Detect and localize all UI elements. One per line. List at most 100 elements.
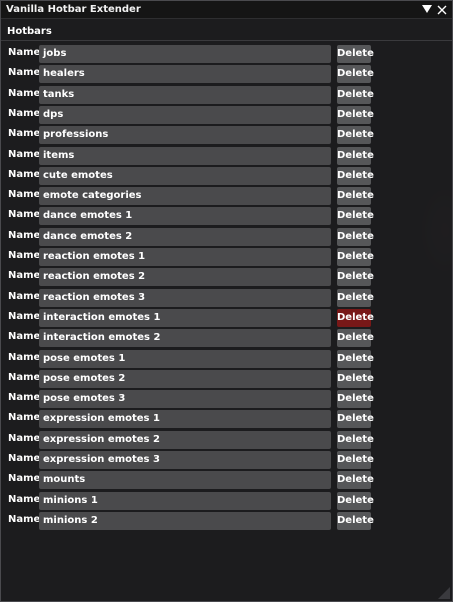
hotbar-extender-window: Vanilla Hotbar Extender Hotbars Name jobs…: [0, 0, 453, 602]
hotbar-name-field[interactable]: dance emotes 1: [39, 207, 331, 225]
hotbar-row: Name dance emotes 2 Delete: [1, 228, 452, 246]
hotbar-name-field[interactable]: emote categories: [39, 187, 331, 205]
name-label: Name: [8, 473, 41, 484]
name-label: Name: [8, 88, 41, 99]
name-label: Name: [8, 230, 41, 241]
delete-button[interactable]: Delete: [337, 410, 374, 428]
hotbar-name-field[interactable]: reaction emotes 3: [39, 289, 331, 307]
name-label: Name: [8, 433, 41, 444]
hotbar-row: Name reaction emotes 1 Delete: [1, 248, 452, 266]
name-label: Name: [8, 128, 41, 139]
triangle-down-icon[interactable]: [422, 5, 432, 15]
name-label: Name: [8, 108, 41, 119]
name-label: Name: [8, 453, 41, 464]
name-label: Name: [8, 372, 41, 383]
hotbar-name-field[interactable]: cute emotes: [39, 167, 331, 185]
hotbar-row: Name pose emotes 2 Delete: [1, 370, 452, 388]
hotbar-name-field[interactable]: pose emotes 3: [39, 390, 331, 408]
hotbar-name-field[interactable]: expression emotes 3: [39, 451, 331, 469]
delete-button[interactable]: Delete: [337, 289, 374, 307]
name-label: Name: [8, 47, 41, 58]
hotbar-name-field[interactable]: pose emotes 2: [39, 370, 331, 388]
delete-button[interactable]: Delete: [337, 167, 374, 185]
delete-button[interactable]: Delete: [337, 106, 374, 124]
hotbar-row: Name emote categories Delete: [1, 187, 452, 205]
hotbar-row: Name cute emotes Delete: [1, 167, 452, 185]
hotbar-row: Name pose emotes 1 Delete: [1, 350, 452, 368]
name-label: Name: [8, 291, 41, 302]
hotbar-row: Name interaction emotes 2 Delete: [1, 329, 452, 347]
delete-button[interactable]: Delete: [337, 390, 374, 408]
delete-button[interactable]: Delete: [337, 45, 374, 63]
title-buttons: [422, 5, 447, 15]
hotbar-name-field[interactable]: jobs: [39, 45, 331, 63]
name-label: Name: [8, 514, 41, 525]
close-icon[interactable]: [437, 5, 447, 15]
hotbar-name-field[interactable]: dps: [39, 106, 331, 124]
hotbar-row: Name expression emotes 2 Delete: [1, 431, 452, 449]
delete-button[interactable]: Delete: [337, 350, 374, 368]
hotbar-row: Name reaction emotes 2 Delete: [1, 268, 452, 286]
delete-button[interactable]: Delete: [337, 492, 374, 510]
hotbar-name-field[interactable]: pose emotes 1: [39, 350, 331, 368]
hotbar-row: Name expression emotes 1 Delete: [1, 410, 452, 428]
hotbar-name-field[interactable]: mounts: [39, 471, 331, 489]
hotbar-row: Name dps Delete: [1, 106, 452, 124]
hotbar-row: Name tanks Delete: [1, 86, 452, 104]
delete-button[interactable]: Delete: [337, 268, 374, 286]
hotbar-name-field[interactable]: expression emotes 2: [39, 431, 331, 449]
hotbar-name-field[interactable]: interaction emotes 2: [39, 329, 331, 347]
delete-button[interactable]: Delete: [337, 147, 374, 165]
delete-button[interactable]: Delete: [337, 207, 374, 225]
hotbar-row: Name reaction emotes 3 Delete: [1, 289, 452, 307]
name-label: Name: [8, 189, 41, 200]
delete-button[interactable]: Delete: [337, 86, 374, 104]
section-title: Hotbars: [7, 25, 52, 37]
delete-button[interactable]: Delete: [337, 309, 374, 327]
section-header-hotbars: Hotbars: [1, 22, 452, 41]
delete-button[interactable]: Delete: [337, 248, 374, 266]
name-label: Name: [8, 494, 41, 505]
hotbar-row: Name professions Delete: [1, 126, 452, 144]
name-label: Name: [8, 412, 41, 423]
title-bar[interactable]: Vanilla Hotbar Extender: [1, 1, 452, 19]
hotbar-name-field[interactable]: items: [39, 147, 331, 165]
name-label: Name: [8, 331, 41, 342]
delete-button[interactable]: Delete: [337, 187, 374, 205]
hotbar-row: Name mounts Delete: [1, 471, 452, 489]
delete-button[interactable]: Delete: [337, 431, 374, 449]
hotbar-name-field[interactable]: minions 2: [39, 512, 331, 530]
hotbar-row: Name pose emotes 3 Delete: [1, 390, 452, 408]
hotbar-row: Name interaction emotes 1 Delete: [1, 309, 452, 327]
name-label: Name: [8, 270, 41, 281]
hotbar-name-field[interactable]: reaction emotes 1: [39, 248, 331, 266]
hotbar-name-field[interactable]: professions: [39, 126, 331, 144]
delete-button[interactable]: Delete: [337, 329, 374, 347]
name-label: Name: [8, 209, 41, 220]
name-label: Name: [8, 67, 41, 78]
hotbar-name-field[interactable]: dance emotes 2: [39, 228, 331, 246]
delete-button[interactable]: Delete: [337, 126, 374, 144]
hotbar-name-field[interactable]: interaction emotes 1: [39, 309, 331, 327]
name-label: Name: [8, 149, 41, 160]
hotbar-row: Name minions 1 Delete: [1, 492, 452, 510]
delete-button[interactable]: Delete: [337, 451, 374, 469]
name-label: Name: [8, 311, 41, 322]
delete-button[interactable]: Delete: [337, 370, 374, 388]
delete-button[interactable]: Delete: [337, 228, 374, 246]
hotbar-name-field[interactable]: tanks: [39, 86, 331, 104]
delete-button[interactable]: Delete: [337, 512, 374, 530]
hotbar-name-field[interactable]: healers: [39, 65, 331, 83]
hotbar-row: Name minions 2 Delete: [1, 512, 452, 530]
hotbar-row: Name items Delete: [1, 147, 452, 165]
resize-grip-icon[interactable]: [438, 587, 450, 599]
window-title: Vanilla Hotbar Extender: [6, 4, 141, 15]
name-label: Name: [8, 352, 41, 363]
hotbar-row: Name dance emotes 1 Delete: [1, 207, 452, 225]
hotbar-name-field[interactable]: minions 1: [39, 492, 331, 510]
hotbar-name-field[interactable]: expression emotes 1: [39, 410, 331, 428]
delete-button[interactable]: Delete: [337, 65, 374, 83]
hotbar-name-field[interactable]: reaction emotes 2: [39, 268, 331, 286]
hotbar-row: Name jobs Delete: [1, 45, 452, 63]
delete-button[interactable]: Delete: [337, 471, 374, 489]
